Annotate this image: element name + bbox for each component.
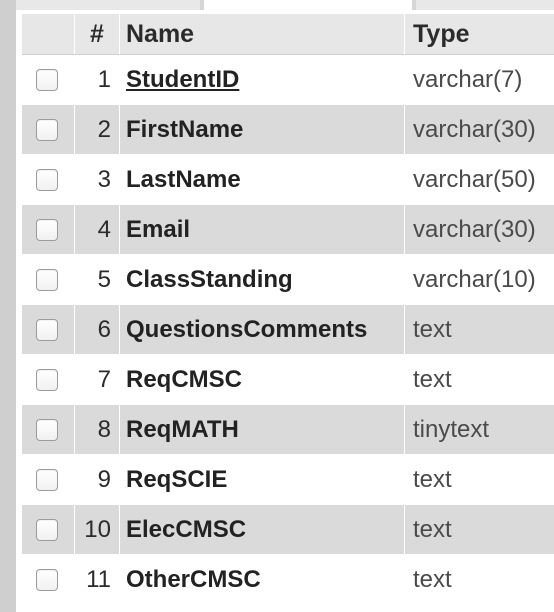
header-number[interactable]: # xyxy=(75,14,120,55)
row-number: 5 xyxy=(75,255,120,305)
column-name: StudentID xyxy=(120,55,405,105)
column-name: ReqSCIE xyxy=(120,455,405,505)
table-row[interactable]: 3 LastName varchar(50) xyxy=(22,155,554,205)
row-checkbox-cell xyxy=(22,505,75,555)
column-type: text xyxy=(405,555,554,605)
row-checkbox-cell xyxy=(22,455,75,505)
column-name: Email xyxy=(120,205,405,255)
row-checkbox-cell xyxy=(22,305,75,355)
row-checkbox-cell xyxy=(22,355,75,405)
column-name: ClassStanding xyxy=(120,255,405,305)
tab-left[interactable] xyxy=(16,0,200,10)
column-type: tinytext xyxy=(405,405,554,455)
table-row[interactable]: 2 FirstName varchar(30) xyxy=(22,105,554,155)
row-number: 9 xyxy=(75,455,120,505)
column-name: QuestionsComments xyxy=(120,305,405,355)
table-row[interactable]: 8 ReqMATH tinytext xyxy=(22,405,554,455)
column-name-text: ReqCMSC xyxy=(126,365,243,393)
tab-active[interactable] xyxy=(204,0,412,10)
column-name-text: LastName xyxy=(126,165,241,193)
column-name-text: FirstName xyxy=(126,115,244,143)
column-type: text xyxy=(405,455,554,505)
table-row[interactable]: 5 ClassStanding varchar(10) xyxy=(22,255,554,305)
row-checkbox-cell xyxy=(22,205,75,255)
structure-table: # Name Type 1 StudentID varchar(7) 2 FirstNa… xyxy=(22,14,554,605)
row-checkbox[interactable] xyxy=(36,518,58,541)
column-name-text: ReqSCIE xyxy=(126,465,228,493)
row-checkbox-cell xyxy=(22,55,75,105)
column-name: ReqMATH xyxy=(120,405,405,455)
table-row[interactable]: 9 ReqSCIE text xyxy=(22,455,554,505)
column-type: text xyxy=(405,505,554,555)
column-name-text: OtherCMSC xyxy=(126,565,261,593)
row-checkbox-cell xyxy=(22,105,75,155)
row-checkbox[interactable] xyxy=(36,218,58,241)
structure-panel: # Name Type 1 StudentID varchar(7) 2 FirstNa… xyxy=(0,0,554,612)
column-type: varchar(30) xyxy=(405,205,554,255)
table-header-row: # Name Type xyxy=(22,14,554,55)
row-number: 11 xyxy=(75,555,120,605)
column-name-text: Email xyxy=(126,215,191,243)
column-name: LastName xyxy=(120,155,405,205)
row-checkbox-cell xyxy=(22,555,75,605)
header-type[interactable]: Type xyxy=(405,14,554,55)
row-number: 10 xyxy=(75,505,120,555)
table-row[interactable]: 4 Email varchar(30) xyxy=(22,205,554,255)
row-checkbox[interactable] xyxy=(36,118,58,141)
column-type: text xyxy=(405,355,554,405)
row-checkbox[interactable] xyxy=(36,318,58,341)
column-name: ElecCMSC xyxy=(120,505,405,555)
column-name: FirstName xyxy=(120,105,405,155)
column-type: varchar(10) xyxy=(405,255,554,305)
table-row[interactable]: 6 QuestionsComments text xyxy=(22,305,554,355)
primary-key-column-name[interactable]: StudentID xyxy=(126,66,239,93)
column-name: OtherCMSC xyxy=(120,555,405,605)
table-row[interactable]: 7 ReqCMSC text xyxy=(22,355,554,405)
table-body: 1 StudentID varchar(7) 2 FirstName varchar(30… xyxy=(22,55,554,605)
row-checkbox-cell xyxy=(22,155,75,205)
table-row[interactable]: 10 ElecCMSC text xyxy=(22,505,554,555)
row-number: 2 xyxy=(75,105,120,155)
column-name-text: ElecCMSC xyxy=(126,515,247,543)
row-checkbox[interactable] xyxy=(36,68,58,91)
column-name-text: ReqMATH xyxy=(126,415,239,443)
header-checkbox-column xyxy=(22,14,75,55)
column-type: varchar(30) xyxy=(405,105,554,155)
row-checkbox[interactable] xyxy=(36,168,58,191)
column-type: varchar(50) xyxy=(405,155,554,205)
row-checkbox[interactable] xyxy=(36,468,58,491)
column-name-text: QuestionsComments xyxy=(126,315,368,343)
header-name[interactable]: Name xyxy=(120,14,405,55)
row-number: 4 xyxy=(75,205,120,255)
structure-table-wrapper: # Name Type 1 StudentID varchar(7) 2 FirstNa… xyxy=(22,14,554,612)
row-checkbox-cell xyxy=(22,405,75,455)
column-type: varchar(7) xyxy=(405,55,554,105)
row-number: 1 xyxy=(75,55,120,105)
column-name-text: ClassStanding xyxy=(126,265,293,293)
row-checkbox[interactable] xyxy=(36,268,58,291)
row-checkbox[interactable] xyxy=(36,418,58,441)
column-name: ReqCMSC xyxy=(120,355,405,405)
row-number: 6 xyxy=(75,305,120,355)
row-checkbox[interactable] xyxy=(36,368,58,391)
row-number: 3 xyxy=(75,155,120,205)
row-checkbox[interactable] xyxy=(36,568,58,591)
tab-right[interactable] xyxy=(416,0,554,10)
left-border xyxy=(0,0,16,612)
row-number: 7 xyxy=(75,355,120,405)
row-checkbox-cell xyxy=(22,255,75,305)
column-type: text xyxy=(405,305,554,355)
table-row[interactable]: 1 StudentID varchar(7) xyxy=(22,55,554,105)
row-number: 8 xyxy=(75,405,120,455)
table-row[interactable]: 11 OtherCMSC text xyxy=(22,555,554,605)
